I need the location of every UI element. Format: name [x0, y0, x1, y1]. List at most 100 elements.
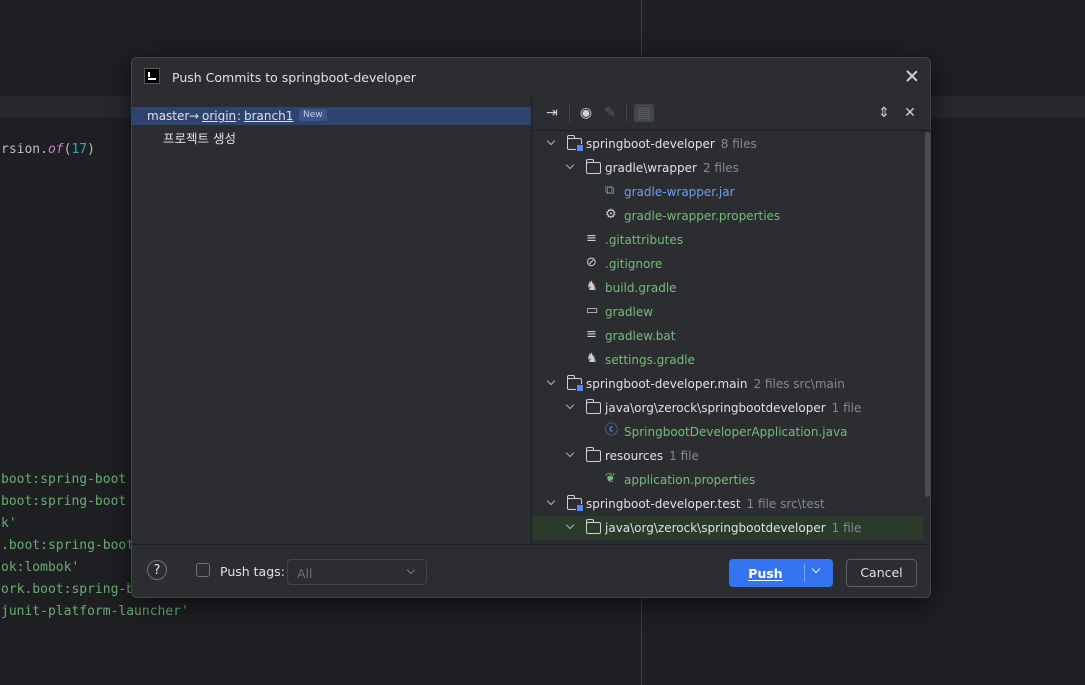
push-split-separator: [804, 564, 805, 582]
tree-folder-label: gradle\wrapper 2 files: [605, 161, 739, 175]
help-button[interactable]: ?: [147, 560, 167, 580]
expand-all-icon[interactable]: ⇕: [874, 104, 894, 122]
cancel-button[interactable]: Cancel: [846, 559, 917, 587]
code-token: k': [1, 516, 17, 531]
chevron-down-icon[interactable]: [566, 522, 576, 532]
tree-row[interactable]: ❦ application.properties: [532, 468, 923, 492]
code-line: ork.boot:spring-b: [1, 582, 134, 597]
tree-item-name: application.properties: [624, 473, 756, 487]
tree-item-name: .gitignore: [605, 257, 663, 271]
tree-row[interactable]: ⓒ SpringbootDeveloperApplication.java: [532, 420, 923, 444]
code-token: boot:spring-boot: [1, 472, 127, 487]
tree-row[interactable]: ⊘ .gitignore: [532, 252, 923, 276]
chevron-down-icon: [406, 565, 416, 575]
code-line: boot:spring-boot: [1, 494, 126, 509]
gradle-elephant-icon: ♞: [586, 351, 598, 366]
toolbar-separator: [569, 104, 570, 122]
tree-row[interactable]: ♞ settings.gradle: [532, 348, 923, 372]
tree-item-name: gradlew.bat: [605, 329, 676, 343]
tree-item-name: springboot-developer.main: [586, 377, 748, 391]
local-branch: master: [147, 109, 190, 123]
branch-colon: :: [237, 109, 242, 123]
push-options-chevron-icon[interactable]: [811, 564, 821, 574]
ignore-file-icon: ⊘: [586, 255, 597, 270]
tree-row[interactable]: gradle\wrapper 2 files: [532, 156, 923, 180]
chevron-down-icon[interactable]: [547, 498, 557, 508]
tree-folder-label: springboot-developer.main 2 files src\mai…: [586, 377, 845, 391]
shell-script-icon: ▭: [586, 303, 599, 318]
collapse-all-icon[interactable]: ✕: [900, 104, 920, 122]
code-token: 17: [71, 142, 88, 157]
tree-file-label: gradlew.bat: [605, 329, 675, 343]
dialog-footer: ? Push tags: All Push Cancel: [132, 544, 930, 597]
tree-item-name: java\org\zerock\springbootdeveloper: [605, 401, 826, 415]
chevron-down-icon[interactable]: [566, 450, 576, 460]
tree-row[interactable]: ⧉ gradle-wrapper.jar: [532, 180, 923, 204]
tree-item-name: springboot-developer.test: [586, 497, 741, 511]
code-line: boot:spring-boot: [1, 472, 126, 487]
tree-item-name: java\org\zerock\springbootdeveloper: [605, 521, 826, 535]
tags-select[interactable]: All: [287, 559, 427, 585]
commits-pane: master → origin : branch1 New 프로젝트 생성: [132, 96, 532, 545]
tree-file-label: SpringbootDeveloperApplication.java: [624, 425, 847, 439]
text-file-icon: ≡: [586, 231, 597, 246]
tree-item-meta: 1 file: [831, 401, 862, 415]
code-token: ok:lombok': [1, 560, 80, 575]
tree-row[interactable]: java\org\zerock\springbootdeveloper 1 fil…: [532, 396, 923, 420]
remote-link[interactable]: origin: [202, 109, 236, 123]
text-file-icon: ≡: [586, 327, 597, 342]
tree-item-meta: 8 files: [720, 137, 757, 151]
spring-leaf-icon: ❦: [605, 471, 616, 486]
tree-row[interactable]: springboot-developer.test 1 file src\test: [532, 492, 923, 516]
tree-file-label: settings.gradle: [605, 353, 695, 367]
push-tags-checkbox[interactable]: [196, 563, 210, 577]
code-token: ): [87, 142, 95, 157]
intellij-app-icon: [144, 68, 160, 84]
push-button[interactable]: Push: [729, 559, 833, 587]
changes-toolbar: ⇥ ◉ ✎ ▤ ⇕ ✕: [532, 96, 931, 131]
code-line: rsion.of(17): [1, 142, 95, 157]
target-branch-link[interactable]: branch1: [244, 109, 293, 123]
tree-row[interactable]: springboot-developer 8 files: [532, 132, 923, 156]
tree-row[interactable]: resources 1 file: [532, 444, 923, 468]
eye-icon[interactable]: ◉: [576, 104, 596, 122]
chevron-down-icon[interactable]: [547, 378, 557, 388]
tree-item-name: .gitattributes: [605, 233, 684, 247]
code-line: ok:lombok': [1, 560, 79, 575]
commit-item[interactable]: 프로젝트 생성: [163, 128, 236, 147]
tree-item-name: springboot-developer: [586, 137, 715, 151]
tree-item-name: build.gradle: [605, 281, 677, 295]
tree-row[interactable]: ▭ gradlew: [532, 300, 923, 324]
edit-pencil-icon[interactable]: ✎: [600, 104, 620, 122]
tree-file-label: gradle-wrapper.properties: [624, 209, 780, 223]
changes-pane: ⇥ ◉ ✎ ▤ ⇕ ✕ springboot-developer 8 files g…: [532, 96, 931, 545]
tree-row[interactable]: java\org\zerock\springbootdeveloper 1 fil…: [532, 516, 923, 540]
tree-file-label: gradlew: [605, 305, 653, 319]
tree-item-meta: 2 files src\main: [753, 377, 845, 391]
tree-row[interactable]: ♞ build.gradle: [532, 276, 923, 300]
folder-icon: [586, 399, 601, 414]
tree-row[interactable]: ≡ .gitattributes: [532, 228, 923, 252]
tree-row[interactable]: ≡ gradlew.bat: [532, 324, 923, 348]
tree-file-label: .gitignore: [605, 257, 662, 271]
tree-item-meta: 1 file: [669, 449, 699, 463]
tree-item-name: resources: [605, 449, 664, 463]
close-icon[interactable]: [904, 68, 920, 84]
tree-folder-label: springboot-developer.test 1 file src\test: [586, 497, 825, 511]
code-token: junit-platform-launcher': [1, 604, 189, 619]
tree-row[interactable]: springboot-developer.main 2 files src\mai…: [532, 372, 923, 396]
tree-item-meta: 1 file src\test: [746, 497, 825, 511]
compare-icon[interactable]: ⇥: [542, 104, 562, 122]
arrow-glyph: →: [189, 109, 200, 123]
tree-row[interactable]: ⚙ gradle-wrapper.properties: [532, 204, 923, 228]
chevron-down-icon[interactable]: [566, 402, 576, 412]
tree-file-label: application.properties: [624, 473, 755, 487]
module-folder-icon: [567, 495, 584, 512]
branch-row[interactable]: master → origin : branch1 New: [132, 107, 531, 125]
chevron-down-icon[interactable]: [547, 138, 557, 148]
chevron-down-icon[interactable]: [566, 162, 576, 172]
code-token: ork.boot:spring-b: [1, 582, 135, 597]
tree-scrollbar[interactable]: [925, 132, 930, 497]
code-line: k': [1, 516, 17, 531]
preview-diff-icon[interactable]: ▤: [634, 104, 654, 122]
